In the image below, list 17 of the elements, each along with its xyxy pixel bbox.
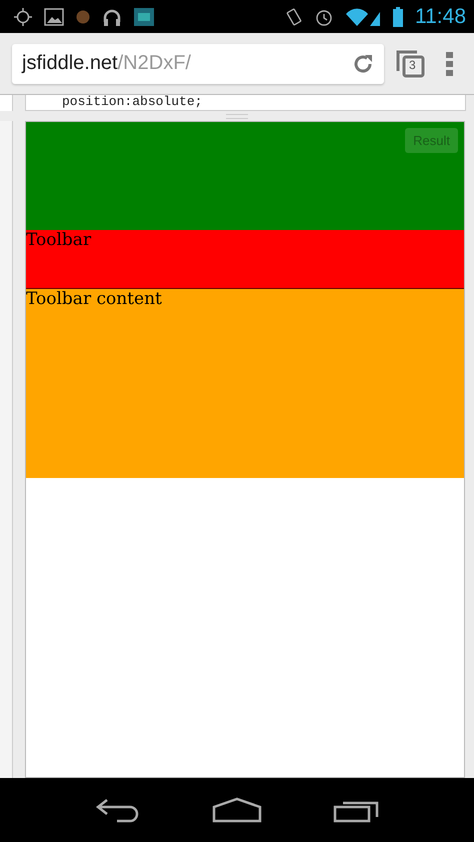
location-icon: [14, 8, 32, 26]
home-icon[interactable]: [212, 797, 262, 823]
headphones-icon: [102, 8, 122, 26]
clock-time: 11:48: [415, 4, 466, 28]
image-icon: [44, 8, 64, 26]
alarm-icon: [315, 8, 333, 26]
toolbar-label: Toolbar: [26, 230, 92, 250]
battery-icon: [393, 6, 403, 26]
reload-icon[interactable]: [352, 52, 374, 74]
ball-icon: [76, 10, 90, 24]
vibrate-icon: [285, 8, 303, 26]
side-pane-edge: [0, 95, 13, 111]
app-icon: [134, 8, 154, 26]
address-field[interactable]: jsfiddle.net/N2DxF/: [12, 44, 384, 84]
resize-handle[interactable]: [226, 114, 248, 118]
signal-icon: [345, 8, 381, 26]
content-label: Toolbar content: [26, 289, 162, 309]
